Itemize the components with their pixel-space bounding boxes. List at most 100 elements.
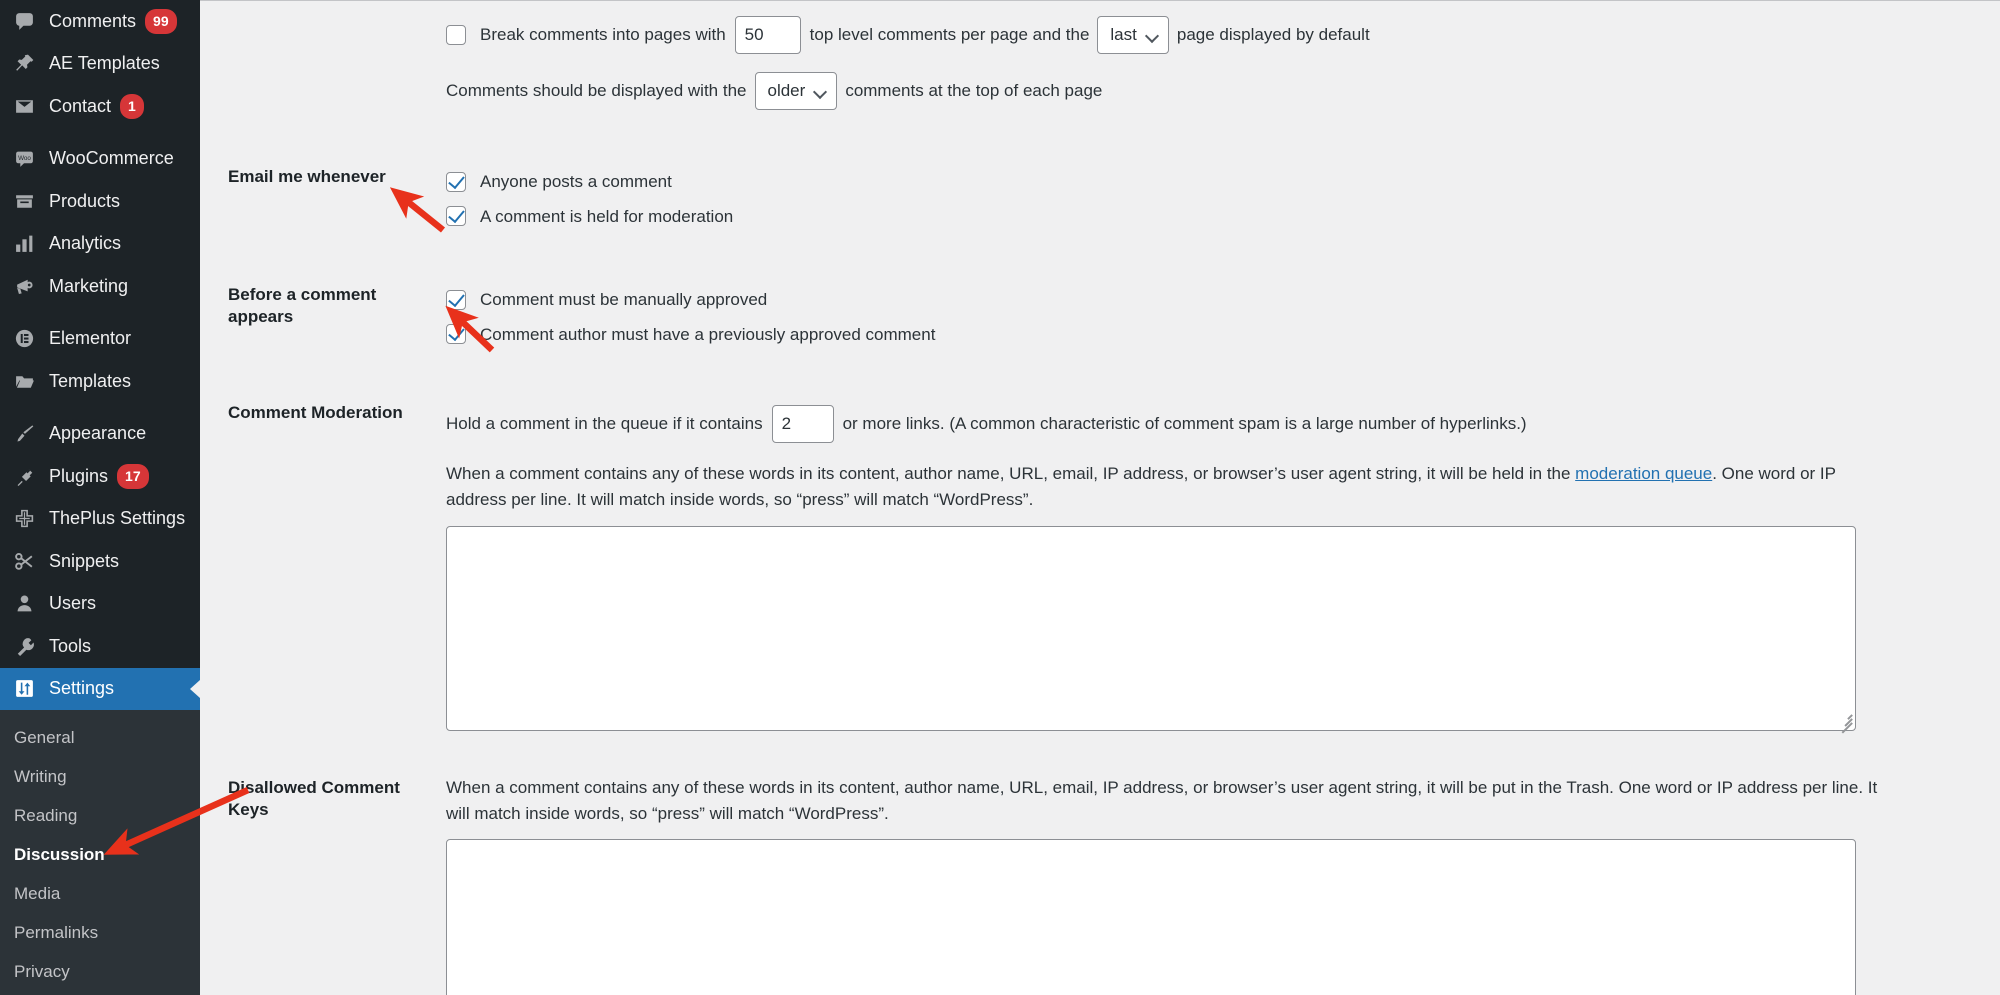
sidebar-item-plugins[interactable]: Plugins 17	[0, 455, 200, 498]
sidebar-item-settings[interactable]: Settings	[0, 667, 200, 710]
submenu-item-permalinks[interactable]: Permalinks	[0, 914, 200, 953]
sidebar-item-appearance[interactable]: Appearance	[0, 413, 200, 456]
submenu-item-media[interactable]: Media	[0, 875, 200, 914]
comment-moderation-row: Comment Moderation Hold a comment in the…	[228, 376, 2000, 751]
before-comment-appears-row: Before a comment appears Comment must be…	[228, 258, 2000, 376]
discussion-settings-form: Break comments into pages with top level…	[228, 0, 2000, 995]
disallowed-comment-keys-label: Disallowed Comment Keys	[228, 777, 400, 819]
break-comments-label-a: Break comments into pages with	[480, 25, 726, 45]
disallowed-comment-keys-row: Disallowed Comment Keys When a comment c…	[228, 751, 2000, 995]
email-anyone-posts-comment-label: Anyone posts a comment	[480, 172, 672, 191]
comment-paging-label	[228, 0, 446, 140]
break-comments-into-pages-checkbox-row[interactable]: Break comments into pages with top level…	[446, 16, 2000, 54]
moderation-keys-textarea[interactable]	[446, 525, 1856, 734]
sidebar-item-label: Appearance	[49, 423, 147, 444]
moderation-queue-link[interactable]: moderation queue	[1575, 464, 1712, 483]
sidebar-item-products[interactable]: Products	[0, 180, 200, 223]
email-me-whenever-label: Email me whenever	[228, 167, 386, 186]
comment-moderation-description-a: When a comment contains any of these wor…	[446, 464, 1576, 483]
default-page-select[interactable]: last	[1097, 16, 1169, 54]
sidebar-item-label: Settings	[49, 678, 115, 699]
disallowed-keys-textarea[interactable]	[446, 839, 1856, 995]
before-comment-appears-label: Before a comment appears	[228, 285, 377, 327]
comment-moderation-label: Comment Moderation	[228, 403, 403, 422]
svg-text:Woo: Woo	[18, 155, 31, 162]
comments-badge: 99	[145, 8, 177, 34]
top-divider	[200, 0, 2000, 1]
plug-icon	[14, 466, 40, 487]
wrench-icon	[14, 636, 40, 657]
sidebar-item-label: Snippets	[49, 550, 120, 571]
submenu-item-writing[interactable]: Writing	[0, 758, 200, 797]
comment-author-previously-approved-checkbox[interactable]	[446, 324, 466, 345]
comment-order-select-value: older	[767, 81, 806, 101]
analytics-icon	[14, 233, 40, 254]
sidebar-item-comments[interactable]: Comments 99	[0, 0, 200, 43]
sidebar-item-theplus-settings[interactable]: ThePlus Settings	[0, 498, 200, 541]
sidebar-item-contact[interactable]: Contact 1	[0, 85, 200, 128]
comment-manually-approved-label: Comment must be manually approved	[480, 290, 768, 309]
resize-handle-icon[interactable]	[1837, 712, 1853, 734]
settings-sliders-icon	[14, 678, 40, 699]
products-icon	[14, 191, 40, 212]
sidebar-item-label: Contact	[49, 95, 112, 116]
break-comments-label-c: page displayed by default	[1176, 25, 1370, 45]
sidebar-item-label: Comments	[49, 10, 137, 31]
menu-separator	[0, 308, 200, 318]
theplus-icon	[14, 508, 40, 529]
email-anyone-posts-comment-checkbox[interactable]	[446, 171, 466, 192]
comment-manually-approved-row[interactable]: Comment must be manually approved	[446, 287, 2000, 313]
contact-badge: 1	[120, 93, 144, 119]
elementor-icon	[14, 328, 40, 349]
sidebar-item-templates[interactable]: Templates	[0, 360, 200, 403]
comments-icon	[14, 11, 40, 32]
sidebar-item-label: Elementor	[49, 328, 132, 349]
submenu-item-reading[interactable]: Reading	[0, 797, 200, 836]
sidebar-item-label: AE Templates	[49, 53, 160, 74]
sidebar-item-ae-templates[interactable]: AE Templates	[0, 43, 200, 86]
comment-author-previously-approved-label: Comment author must have a previously ap…	[480, 324, 936, 344]
sidebar-item-elementor[interactable]: Elementor	[0, 318, 200, 361]
comment-order-prefix: Comments should be displayed with the	[446, 81, 747, 101]
email-comment-held-moderation-checkbox[interactable]	[446, 206, 466, 227]
comment-order-suffix: comments at the top of each page	[845, 81, 1103, 101]
break-comments-checkbox[interactable]	[446, 25, 466, 45]
comment-order-row: Comments should be displayed with the ol…	[446, 72, 2000, 110]
submenu-item-general[interactable]: General	[0, 719, 200, 758]
sidebar-item-label: Analytics	[49, 233, 122, 254]
disallowed-comment-keys-description: When a comment contains any of these wor…	[446, 777, 1878, 824]
sidebar-item-woocommerce[interactable]: Woo WooCommerce	[0, 138, 200, 181]
sidebar-item-label: Plugins	[49, 465, 109, 486]
top-level-comments-per-page-input[interactable]	[734, 16, 801, 54]
chevron-down-icon	[815, 86, 826, 97]
submenu-item-discussion[interactable]: Discussion	[0, 836, 200, 875]
hold-comment-suffix: or more links. (A common characteristic …	[842, 414, 1527, 434]
comment-max-links-input[interactable]	[771, 405, 834, 443]
email-anyone-posts-comment-row[interactable]: Anyone posts a comment	[446, 169, 2000, 195]
chevron-down-icon	[1147, 30, 1158, 41]
sidebar-item-analytics[interactable]: Analytics	[0, 223, 200, 266]
comment-author-previously-approved-row[interactable]: Comment author must have a previously ap…	[446, 322, 2000, 348]
menu-separator	[0, 403, 200, 413]
menu-separator	[0, 128, 200, 138]
sidebar-item-users[interactable]: Users	[0, 583, 200, 626]
sidebar-item-label: Users	[49, 593, 97, 614]
hold-comment-queue-row: Hold a comment in the queue if it contai…	[446, 405, 2000, 443]
user-icon	[14, 593, 40, 614]
comment-order-select[interactable]: older	[754, 72, 838, 110]
submenu-item-privacy[interactable]: Privacy	[0, 953, 200, 992]
sidebar-item-label: Marketing	[49, 275, 129, 296]
email-comment-held-moderation-row[interactable]: A comment is held for moderation	[446, 204, 2000, 230]
sidebar-item-marketing[interactable]: Marketing	[0, 265, 200, 308]
break-comments-label-b: top level comments per page and the	[809, 25, 1090, 45]
sidebar-item-snippets[interactable]: Snippets	[0, 540, 200, 583]
default-page-select-value: last	[1110, 25, 1137, 45]
woo-icon: Woo	[14, 148, 40, 169]
sidebar-item-label: WooCommerce	[49, 148, 174, 169]
comment-manually-approved-checkbox[interactable]	[446, 289, 466, 310]
plugins-badge: 17	[117, 463, 149, 489]
sidebar-item-tools[interactable]: Tools	[0, 625, 200, 668]
hold-comment-prefix: Hold a comment in the queue if it contai…	[446, 414, 763, 434]
folder-icon	[14, 371, 40, 392]
sidebar-item-label: Templates	[49, 370, 132, 391]
